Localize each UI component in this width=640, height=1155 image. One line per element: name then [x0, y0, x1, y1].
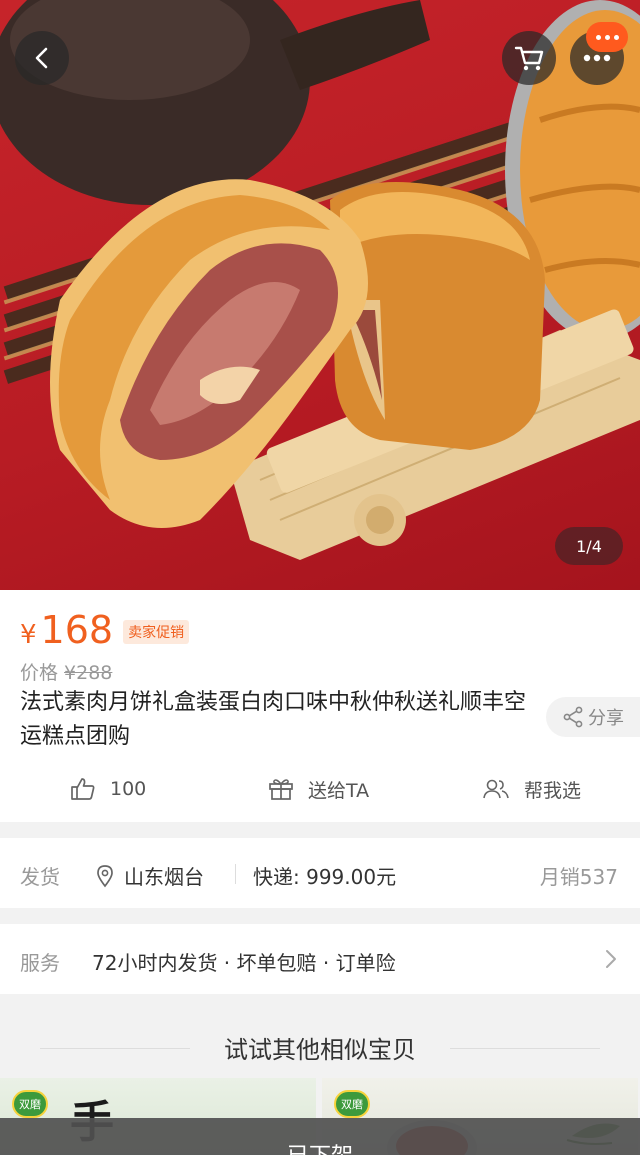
- shipping-label: 发货: [20, 865, 60, 889]
- back-button[interactable]: [15, 31, 69, 85]
- like-button[interactable]: 100: [70, 770, 146, 808]
- share-label: 分享: [588, 708, 624, 729]
- message-badge[interactable]: [586, 22, 628, 52]
- help-choose-button[interactable]: 帮我选: [482, 770, 581, 808]
- shipping-location: 山东烟台: [96, 861, 204, 890]
- cart-icon: [514, 46, 544, 71]
- badge-dot-1: [595, 34, 601, 40]
- original-price-row: 价格 ¥288: [20, 658, 112, 685]
- chevron-right-icon: [606, 950, 616, 968]
- divider-right: [450, 1048, 600, 1049]
- monthly-sales: 月销537: [539, 865, 618, 889]
- currency-symbol: ¥: [20, 620, 37, 650]
- price-value: 168: [40, 608, 114, 652]
- product-title: 法式素肉月饼礼盒装蛋白肉口味中秋仲秋送礼顺丰空运糕点团购: [20, 690, 527, 749]
- service-value: 72小时内发货 · 坏单包赔 · 订单险: [92, 951, 396, 975]
- off-shelf-label: 已下架: [287, 1138, 353, 1155]
- product-photo: [0, 0, 640, 560]
- product-info: ¥ 168 卖家促销 价格 ¥288 法式素肉月饼礼盒装蛋白肉口味中秋仲秋送礼顺丰…: [0, 590, 640, 822]
- shipping-row: 发货 山东烟台 快递: 999.00元 月销537: [0, 838, 640, 908]
- badge-dot-2: [604, 34, 610, 40]
- price-row: ¥ 168 卖家促销: [20, 608, 190, 652]
- cart-button[interactable]: [502, 31, 556, 85]
- share-icon: [563, 706, 583, 728]
- thumbs-up-icon: [71, 778, 95, 800]
- gift-icon: [269, 779, 293, 800]
- service-label: 服务: [20, 951, 60, 975]
- promo-tag: 卖家促销: [123, 620, 190, 644]
- location-text: 山东烟台: [124, 865, 204, 889]
- original-price-label: 价格: [20, 662, 59, 684]
- divider: [235, 864, 236, 884]
- help-choose-label: 帮我选: [524, 779, 582, 802]
- more-dots-icon: [583, 54, 611, 62]
- people-icon: [483, 779, 509, 799]
- off-shelf-bar: 已下架: [0, 1118, 640, 1155]
- chevron-left-icon: [35, 47, 48, 69]
- gift-button[interactable]: 送给TA: [268, 770, 369, 808]
- gift-label: 送给TA: [308, 779, 370, 802]
- express-fee: 快递: 999.00元: [253, 865, 397, 889]
- image-counter: 1/4: [555, 527, 623, 565]
- service-row[interactable]: 服务 72小时内发货 · 坏单包赔 · 订单险: [0, 924, 640, 994]
- location-pin-icon: [97, 864, 113, 887]
- original-price: ¥288: [64, 662, 113, 684]
- badge-dot-3: [613, 34, 619, 40]
- brand-logo: 双磨: [12, 1090, 48, 1118]
- like-count: 100: [110, 778, 147, 800]
- share-button[interactable]: 分享: [546, 697, 640, 737]
- product-gallery[interactable]: 1/4: [0, 0, 640, 590]
- product-actions: 100 送给TA 帮我选: [0, 770, 640, 808]
